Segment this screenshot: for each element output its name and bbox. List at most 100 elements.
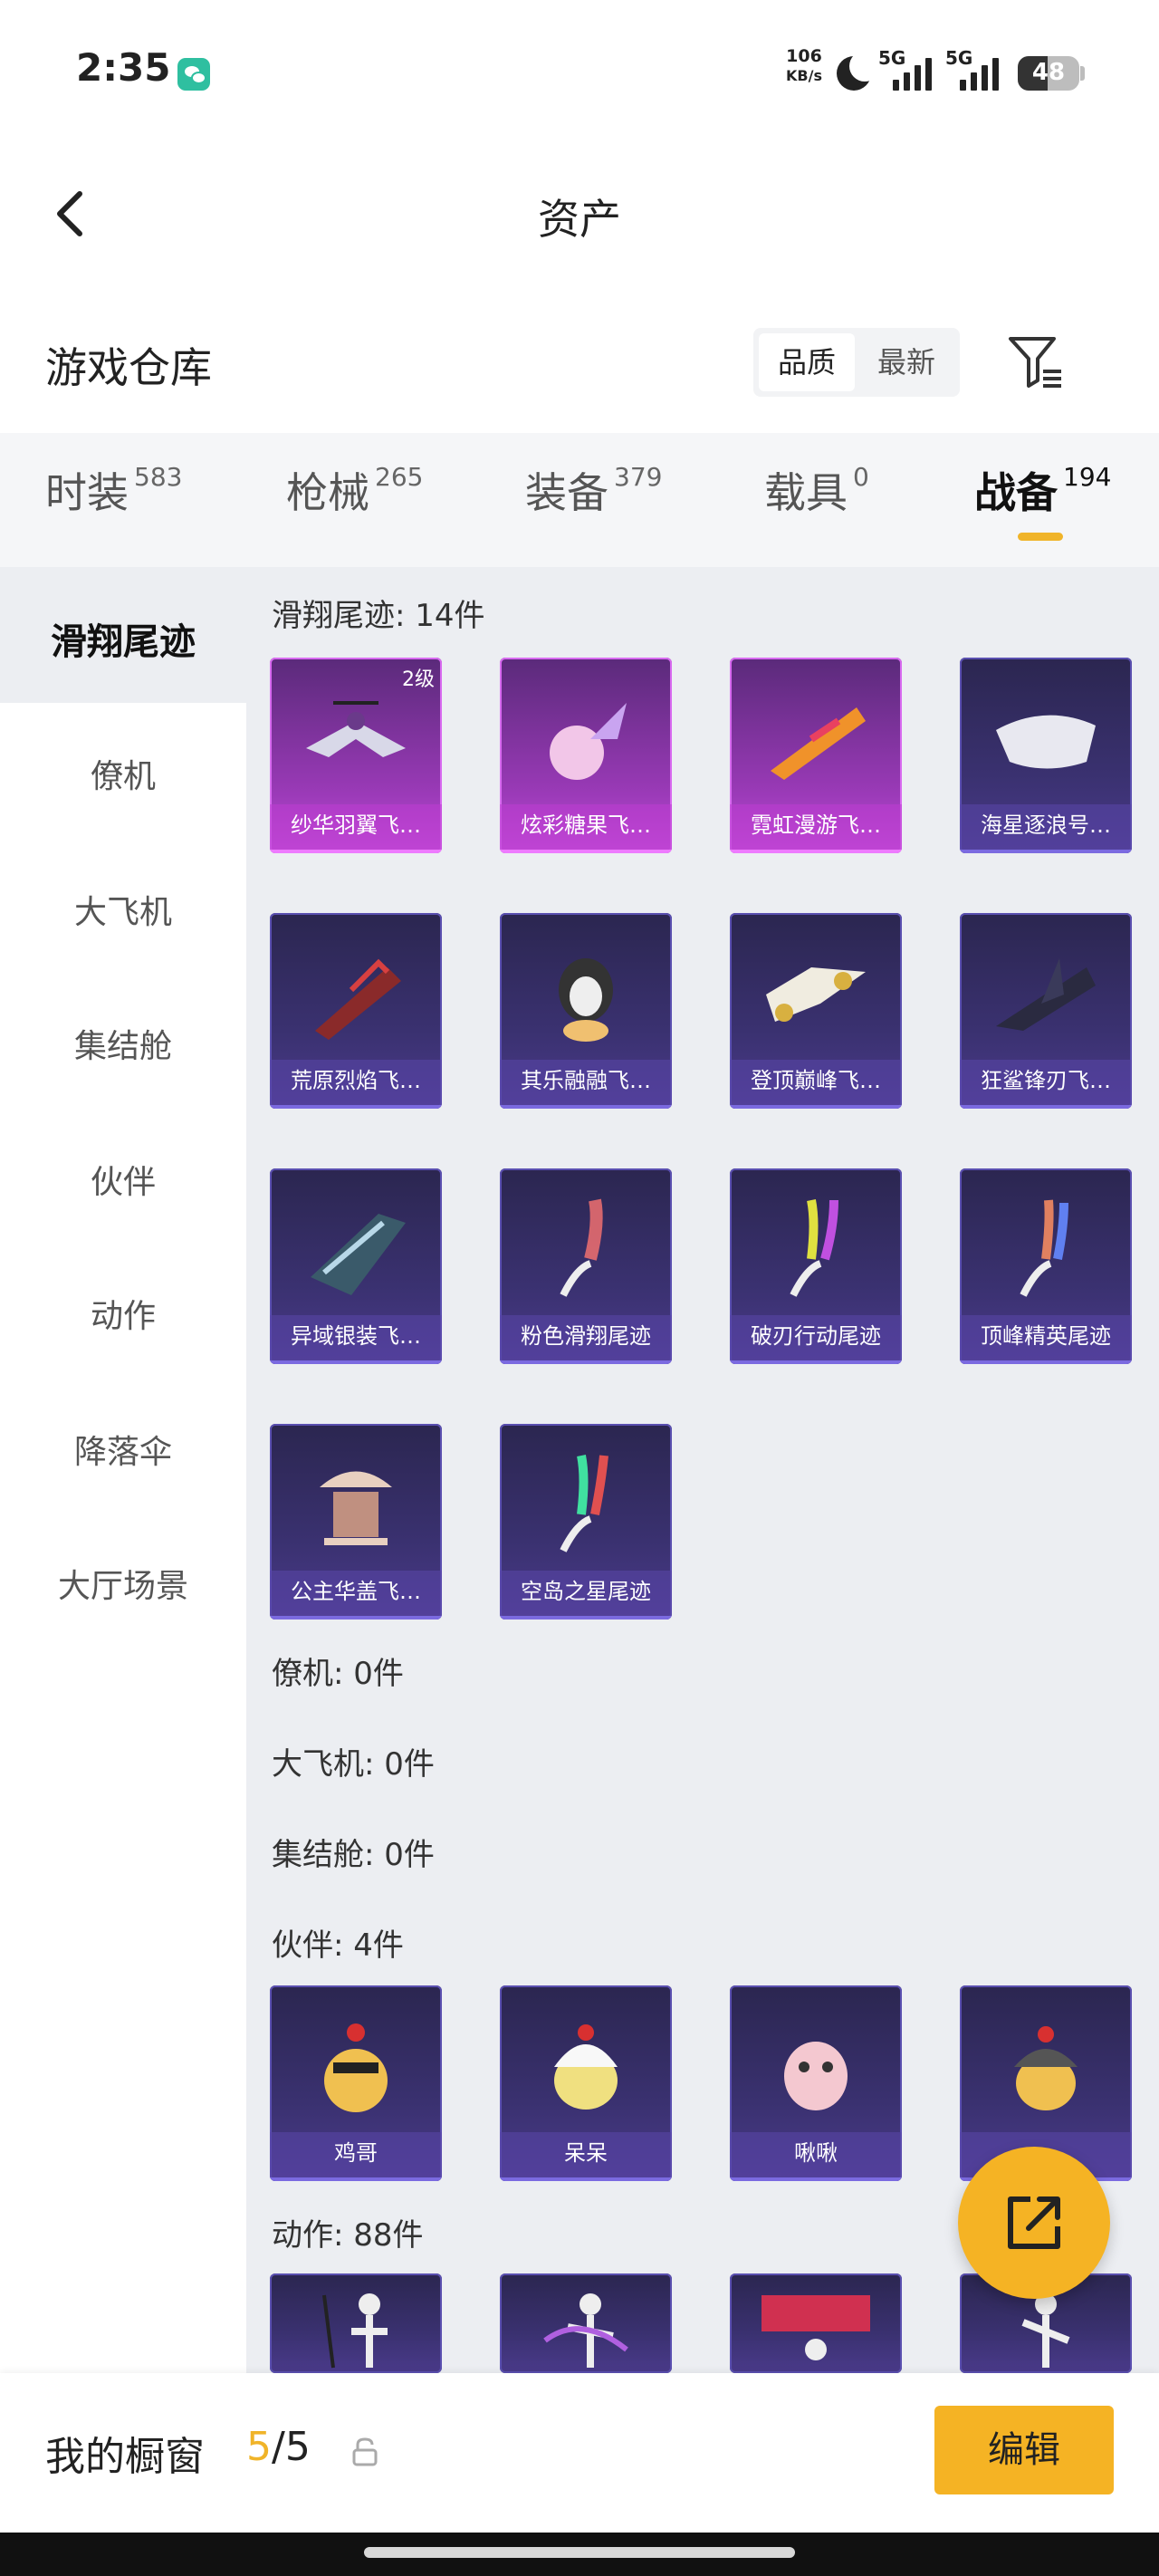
signal-sim1-icon: 5G	[878, 47, 934, 92]
item-glider-icon	[306, 701, 406, 757]
item-candy-glider-icon	[550, 703, 627, 780]
item-blade-trail-icon	[790, 1199, 838, 1297]
item-princess-glider-icon	[320, 1471, 392, 1545]
item-name: 纱华羽翼飞…	[270, 804, 442, 853]
item-name: 狂鲨锋刃飞…	[960, 1060, 1132, 1109]
tab-fashion[interactable]: 时装 583	[45, 460, 182, 533]
battery-level: 48	[1031, 59, 1066, 86]
item-card[interactable]	[730, 2273, 902, 2373]
item-card[interactable]: 狂鲨锋刃飞…	[960, 913, 1132, 1109]
item-dance-action-icon	[322, 2293, 388, 2369]
item-name: 炫彩糖果飞…	[500, 804, 672, 853]
item-jiujiu-partner-icon	[784, 2042, 848, 2110]
item-name: 异域银装飞…	[270, 1315, 442, 1364]
item-card[interactable]	[270, 2273, 442, 2373]
sidebar-item-pod[interactable]: 集结舱	[0, 1020, 246, 1067]
item-name: 顶峰精英尾迹	[960, 1315, 1132, 1364]
item-boat-glider-icon	[996, 715, 1096, 769]
item-event-action-icon	[761, 2295, 870, 2360]
item-card[interactable]: 鸡哥	[270, 1985, 442, 2181]
sidebar	[0, 567, 246, 2379]
active-tab-indicator	[1018, 533, 1063, 541]
tab-firearms[interactable]: 枪械 265	[286, 460, 423, 533]
item-shark-glider-icon	[996, 958, 1096, 1031]
item-name: 海星逐浪号…	[960, 804, 1132, 853]
battery-icon: 48	[1018, 56, 1079, 91]
status-time: 2:35	[76, 45, 171, 90]
tab-vehicles[interactable]: 载具 0	[764, 460, 869, 533]
item-card[interactable]: 海星逐浪号…	[960, 658, 1132, 853]
sort-newest-button[interactable]: 最新	[858, 333, 954, 391]
item-card[interactable]: 粉色滑翔尾迹	[500, 1168, 672, 1364]
item-card[interactable]	[500, 2273, 672, 2373]
item-neon-glider-icon	[771, 707, 866, 780]
item-card[interactable]: 破刃行动尾迹	[730, 1168, 902, 1364]
sort-toggle: 品质 最新	[753, 328, 960, 397]
sidebar-item-action[interactable]: 动作	[0, 1290, 246, 1337]
item-flame-glider-icon	[315, 958, 401, 1040]
item-name: 啾啾	[730, 2132, 902, 2181]
item-card[interactable]: 异域银装飞…	[270, 1168, 442, 1364]
item-card[interactable]: 公主华盖飞…	[270, 1424, 442, 1620]
item-daidai-partner-icon	[554, 2024, 618, 2110]
network-speed: 106 KB/s	[786, 46, 822, 85]
item-chicken-partner-icon	[324, 2023, 388, 2112]
item-card[interactable]: 呆呆	[500, 1985, 672, 2181]
do-not-disturb-icon	[837, 51, 880, 91]
group-label-plane: 大飞机: 0件	[272, 1746, 435, 1783]
item-helmet-chicken-partner-icon	[1014, 2026, 1078, 2110]
item-card[interactable]: 荒原烈焰飞…	[270, 913, 442, 1109]
share-button[interactable]	[958, 2147, 1110, 2299]
section-title: 游戏仓库	[45, 343, 212, 392]
page-title: 资产	[538, 195, 621, 244]
sidebar-item-lobby-scene[interactable]: 大厅场景	[0, 1560, 246, 1607]
item-card[interactable]: 霓虹漫游飞…	[730, 658, 902, 853]
item-name: 登顶巅峰飞…	[730, 1060, 902, 1109]
group-label-partner: 伙伴: 4件	[272, 1927, 404, 1964]
showcase-label: 我的橱窗	[45, 2434, 205, 2480]
item-sky-star-trail-icon	[560, 1455, 608, 1552]
item-elite-trail-icon	[1020, 1199, 1068, 1297]
item-card[interactable]: 啾啾	[730, 1985, 902, 2181]
item-penguin-glider-icon	[559, 958, 613, 1042]
item-name: 呆呆	[500, 2132, 672, 2181]
item-card[interactable]: 登顶巅峰飞…	[730, 913, 902, 1109]
edit-button[interactable]: 编辑	[934, 2406, 1114, 2494]
item-card[interactable]: 顶峰精英尾迹	[960, 1168, 1132, 1364]
item-name: 公主华盖飞…	[270, 1571, 442, 1620]
group-label-action: 动作: 88件	[272, 2217, 424, 2254]
filter-icon[interactable]	[1007, 333, 1065, 391]
item-card[interactable]: 其乐融融飞…	[500, 913, 672, 1109]
item-level: 2级	[402, 668, 435, 691]
tab-equipment[interactable]: 装备 379	[525, 460, 662, 533]
sidebar-item-partner[interactable]: 伙伴	[0, 1156, 246, 1203]
sidebar-item-parachute[interactable]: 降落伞	[0, 1426, 246, 1473]
item-card[interactable]: 空岛之星尾迹	[500, 1424, 672, 1620]
battery-tip	[1080, 66, 1085, 81]
sidebar-item-wingman[interactable]: 僚机	[0, 750, 246, 797]
item-name: 荒原烈焰飞…	[270, 1060, 442, 1109]
item-card[interactable]: 炫彩糖果飞…	[500, 658, 672, 853]
item-name: 鸡哥	[270, 2132, 442, 2181]
item-pose-action-icon	[543, 2293, 628, 2368]
tab-battle-prep[interactable]: 战备 194	[974, 460, 1111, 533]
lock-icon	[352, 2437, 378, 2466]
item-wave-action-icon	[1021, 2293, 1070, 2368]
signal-sim2-icon: 5G	[945, 47, 1001, 92]
item-summit-glider-icon	[766, 967, 866, 1022]
wechat-notification-icon	[177, 58, 210, 91]
item-card[interactable]: 2级 纱华羽翼飞…	[270, 658, 442, 853]
item-name: 霓虹漫游飞…	[730, 804, 902, 853]
group-label-glide: 滑翔尾迹: 14件	[272, 598, 485, 634]
group-label-pod: 集结舱: 0件	[272, 1837, 435, 1873]
showcase-count: 5/5	[246, 2424, 311, 2470]
sidebar-item-plane[interactable]: 大飞机	[0, 886, 246, 933]
sort-quality-button[interactable]: 品质	[759, 333, 855, 391]
group-label-wingman: 僚机: 0件	[272, 1656, 404, 1692]
item-name: 破刃行动尾迹	[730, 1315, 902, 1364]
home-indicator[interactable]	[364, 2547, 795, 2558]
sidebar-item-glide-trail[interactable]: 滑翔尾迹	[0, 612, 246, 665]
category-tabs: 时装 583 枪械 265 装备 379 载具 0 战备 194	[0, 433, 1159, 567]
item-name: 空岛之星尾迹	[500, 1571, 672, 1620]
item-name: 粉色滑翔尾迹	[500, 1315, 672, 1364]
